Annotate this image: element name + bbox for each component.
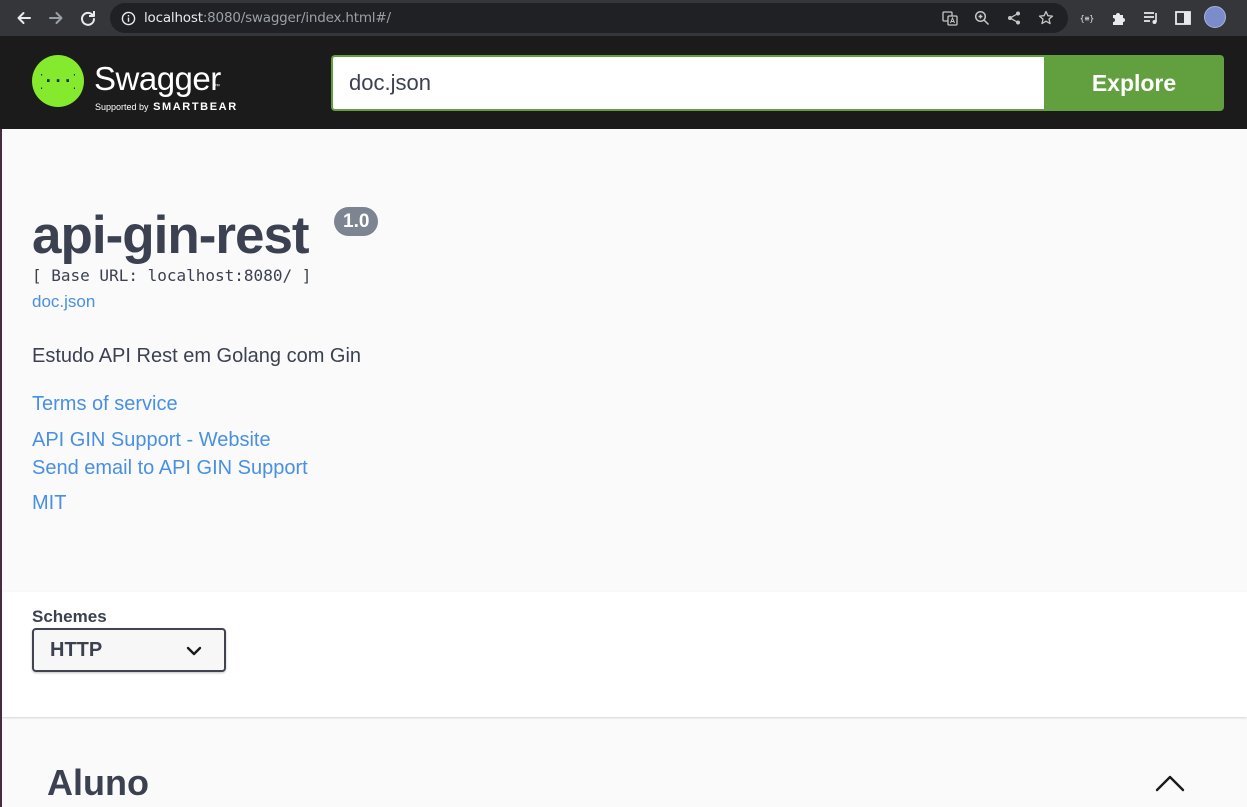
url-host: localhost <box>144 10 203 26</box>
smartbear-tagline: Supported by SMARTBEAR <box>95 101 238 113</box>
reading-list-icon[interactable] <box>1142 9 1160 27</box>
spec-url-input[interactable] <box>331 55 1045 111</box>
share-icon[interactable] <box>1006 10 1022 26</box>
chevron-up-icon[interactable] <box>1155 773 1185 793</box>
extensions-puzzle-icon[interactable] <box>1110 9 1128 27</box>
back-icon[interactable] <box>8 2 40 34</box>
trademark: ™ <box>214 84 220 90</box>
zoom-icon[interactable] <box>974 10 990 26</box>
url-path: :8080/swagger/index.html#/ <box>202 10 391 26</box>
profile-avatar[interactable] <box>1204 6 1226 28</box>
license-link[interactable]: MIT <box>32 492 66 515</box>
terms-of-service-link[interactable]: Terms of service <box>32 393 178 416</box>
spec-doc-link[interactable]: doc.json <box>32 292 95 312</box>
version-badge: 1.0 <box>334 207 379 236</box>
forward-icon[interactable] <box>40 2 72 34</box>
scheme-selected-value: HTTP <box>50 638 103 661</box>
base-url: [ Base URL: localhost:8080/ ] <box>32 266 312 285</box>
json-extension-icon[interactable]: {≡} <box>1078 9 1096 27</box>
svg-text:{≡}: {≡} <box>1080 14 1094 23</box>
swagger-logo-icon[interactable]: {···} <box>32 55 84 107</box>
schemes-label: Schemes <box>32 607 107 626</box>
schemes-section: Schemes HTTP <box>2 592 1247 717</box>
explore-button[interactable]: Explore <box>1044 55 1224 111</box>
smartbear-brand: SMARTBEAR <box>153 101 238 113</box>
supported-by-text: Supported by <box>95 102 149 112</box>
api-title: api-gin-rest <box>32 206 310 265</box>
site-info-icon[interactable] <box>120 10 136 26</box>
support-website-link[interactable]: API GIN Support - Website <box>32 429 271 452</box>
swagger-logo-text: Swagger <box>94 60 221 97</box>
translate-icon[interactable] <box>942 10 958 26</box>
api-description: Estudo API Rest em Golang com Gin <box>32 345 362 367</box>
bookmark-star-icon[interactable] <box>1038 10 1054 26</box>
swagger-topbar: {···} Swagger ™ Supported by SMARTBEAR E… <box>0 36 1247 129</box>
chevron-down-icon <box>186 644 202 662</box>
svg-text:{···}: {···} <box>41 71 75 90</box>
browser-toolbar: localhost:8080/swagger/index.html#/ {≡} <box>0 0 1247 36</box>
support-email-link[interactable]: Send email to API GIN Support <box>32 457 308 480</box>
reload-icon[interactable] <box>72 2 104 34</box>
url-text: localhost:8080/swagger/index.html#/ <box>144 10 391 26</box>
tag-section-title[interactable]: Aluno <box>47 762 149 804</box>
side-panel-icon[interactable] <box>1174 9 1192 27</box>
scheme-select[interactable]: HTTP <box>32 628 226 672</box>
address-bar[interactable]: localhost:8080/swagger/index.html#/ <box>110 3 1068 33</box>
